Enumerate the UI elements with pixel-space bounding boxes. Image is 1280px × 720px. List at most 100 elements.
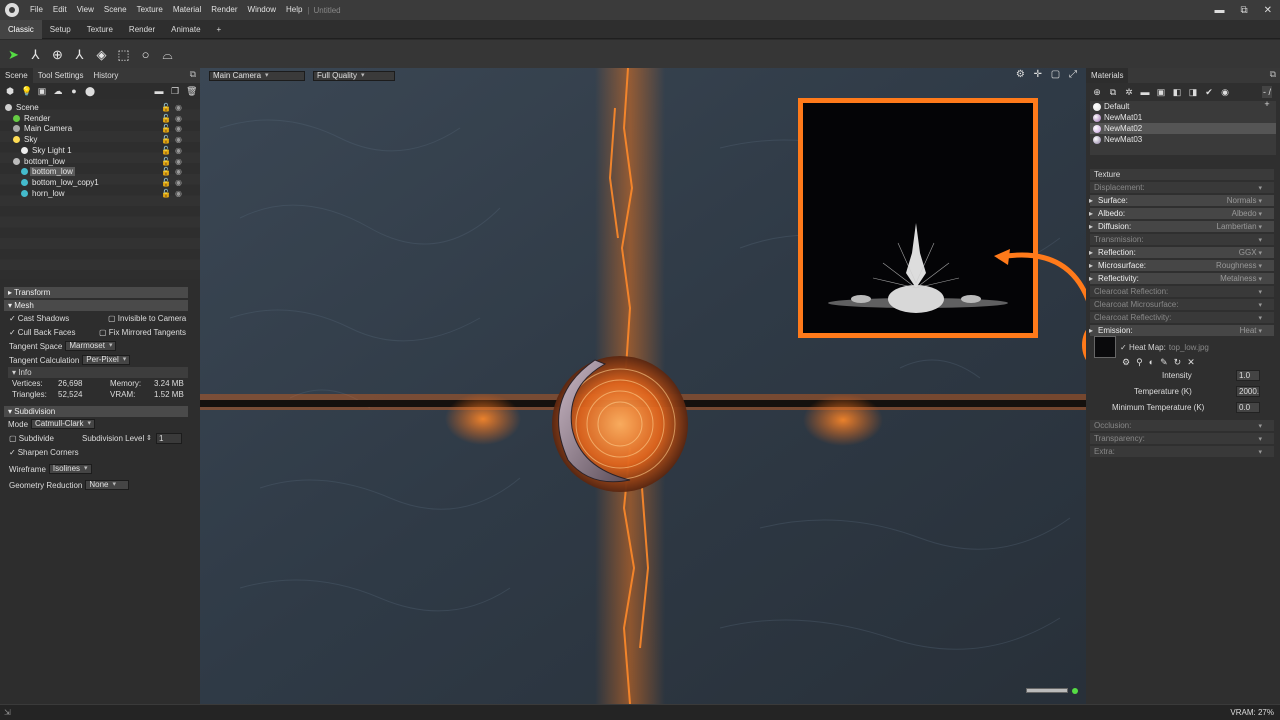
sharpen-corners-checkbox[interactable]: Sharpen Corners [9, 448, 79, 457]
material-item[interactable]: Default [1090, 101, 1276, 112]
rotate-gizmo-icon[interactable]: ⊕ [50, 47, 65, 62]
box-select-icon[interactable]: ⬚ [116, 47, 131, 62]
menu-scene[interactable]: Scene [99, 0, 132, 20]
subdivision-mode-dropdown[interactable]: Catmull-Clark [31, 419, 95, 429]
geometry-reduction-dropdown[interactable]: None [85, 480, 130, 490]
popout-icon[interactable]: ⧉ [190, 69, 196, 80]
add-object-icon[interactable]: ⬢ [5, 86, 15, 97]
invisible-to-camera-checkbox[interactable]: ▢ Invisible to Camera [108, 314, 186, 323]
outliner-row[interactable]: Sky Light 1 🔓◉ [0, 145, 190, 156]
menu-view[interactable]: View [72, 0, 99, 20]
refresh-icon[interactable]: ↻ [1174, 357, 1182, 368]
popout-icon[interactable]: ⧉ [1270, 69, 1276, 80]
outliner-row[interactable]: bottom_low 🔓◉ [0, 156, 190, 167]
lock-visibility-icon[interactable]: 🔓◉ [161, 102, 186, 113]
outliner-row[interactable]: Scene 🔓◉ [0, 102, 190, 113]
select-arrow-icon[interactable]: ➤ [6, 47, 21, 62]
minimize-button[interactable]: ▬ [1214, 5, 1224, 16]
channel-icon[interactable]: ◐ [1149, 357, 1154, 367]
material-item[interactable]: NewMat01 [1090, 112, 1276, 123]
transform-section-header[interactable]: ▸ Transform [4, 287, 188, 298]
add-tab-button[interactable]: + [209, 20, 230, 39]
subdivision-level-input[interactable]: 1 [156, 432, 182, 444]
lock-visibility-icon[interactable]: 🔓◉ [161, 134, 186, 145]
outliner-row[interactable]: Sky 🔓◉ [0, 134, 190, 145]
tangent-space-dropdown[interactable]: Marmoset [65, 341, 117, 351]
heat-map-checkbox[interactable]: ✓ Heat Map: [1120, 343, 1166, 352]
wireframe-dropdown[interactable]: Isolines [48, 464, 92, 474]
outliner-row[interactable]: Render 🔓◉ [0, 113, 190, 124]
reflectivity-row[interactable]: Reflectivity:Metalness [1089, 273, 1274, 284]
object-select-icon[interactable]: ◈ [94, 47, 109, 62]
texture-section[interactable]: Texture [1090, 169, 1274, 180]
folder-icon[interactable]: ▬ [154, 86, 164, 96]
menu-material[interactable]: Material [168, 0, 206, 20]
add-group-icon[interactable]: ⬤ [85, 86, 95, 97]
tab-render[interactable]: Render [121, 20, 163, 39]
tab-texture[interactable]: Texture [79, 20, 121, 39]
info-section-header[interactable]: ▾ Info [8, 367, 188, 378]
material-import-icon[interactable]: ◧ [1172, 87, 1182, 98]
delete-icon[interactable]: 🗑 [186, 86, 197, 97]
quality-dropdown[interactable]: Full Quality [313, 71, 395, 81]
displacement-row[interactable]: Displacement: [1090, 182, 1274, 193]
circle-select-icon[interactable]: ○ [138, 47, 153, 62]
cull-back-faces-checkbox[interactable]: Cull Back Faces [9, 328, 76, 337]
albedo-row[interactable]: Albedo:Albedo [1089, 208, 1274, 219]
viewport-controls-icon[interactable]: ⚙ ✛ ▢ ⤢ [1016, 69, 1080, 80]
microsurface-row[interactable]: Microsurface:Roughness [1089, 260, 1274, 271]
clearcoat-microsurface-row[interactable]: Clearcoat Microsurface: [1090, 299, 1274, 310]
lock-visibility-icon[interactable]: 🔓◉ [161, 188, 186, 199]
clearcoat-reflection-row[interactable]: Clearcoat Reflection: [1090, 286, 1274, 297]
tab-setup[interactable]: Setup [42, 20, 79, 39]
tab-tool-settings[interactable]: Tool Settings [33, 68, 89, 83]
material-item[interactable]: NewMat02 [1090, 123, 1276, 134]
eyedropper-icon[interactable]: ✎ [1160, 357, 1168, 368]
tab-scene[interactable]: Scene [0, 68, 33, 83]
lock-visibility-icon[interactable]: 🔓◉ [161, 113, 186, 124]
transmission-row[interactable]: Transmission: [1090, 234, 1274, 245]
add-camera-icon[interactable]: ▣ [37, 86, 47, 97]
menu-window[interactable]: Window [243, 0, 281, 20]
close-icon[interactable]: ✕ [1187, 357, 1195, 368]
intensity-input[interactable]: 1.0 [1236, 369, 1260, 381]
menu-edit[interactable]: Edit [48, 0, 72, 20]
level-stepper-icon[interactable]: ⇕ [146, 434, 152, 442]
tab-materials[interactable]: Materials [1086, 68, 1129, 83]
search-icon[interactable]: ⚲ [1136, 357, 1143, 368]
heat-map-thumbnail[interactable] [1094, 336, 1116, 358]
material-check-icon[interactable]: ✔ [1204, 87, 1214, 98]
cast-shadows-checkbox[interactable]: Cast Shadows [9, 314, 70, 323]
material-save-icon[interactable]: ▣ [1156, 87, 1166, 98]
menu-render[interactable]: Render [206, 0, 242, 20]
add-sky-icon[interactable]: ☁ [53, 86, 63, 97]
maximize-button[interactable]: ⧉ [1240, 5, 1247, 16]
material-settings-icon[interactable]: ◉ [1220, 87, 1230, 98]
surface-row[interactable]: Surface:Normals [1089, 195, 1274, 206]
add-light-icon[interactable]: 💡 [21, 86, 32, 97]
outliner-row[interactable]: bottom_low 🔓◉ [0, 166, 190, 177]
viewport[interactable]: Main Camera Full Quality ⚙ ✛ ▢ ⤢ [200, 68, 1086, 704]
lasso-select-icon[interactable]: ⌓ [160, 47, 175, 62]
transparency-row[interactable]: Transparency: [1090, 433, 1274, 444]
close-button[interactable]: ✕ [1264, 5, 1272, 16]
menu-texture[interactable]: Texture [132, 0, 168, 20]
material-folder-icon[interactable]: ▬ [1140, 87, 1150, 97]
gear-icon[interactable]: ⚙ [1122, 357, 1130, 368]
tab-history[interactable]: History [89, 68, 124, 83]
delete-material-icon[interactable]: ✲ [1124, 87, 1134, 98]
outliner-row[interactable]: horn_low 🔓◉ [0, 188, 190, 199]
new-material-icon[interactable]: ⊕ [1092, 87, 1102, 98]
move-gizmo-icon[interactable]: ⅄ [28, 47, 43, 62]
fix-mirrored-checkbox[interactable]: ▢ Fix Mirrored Tangents [99, 328, 186, 337]
mesh-section-header[interactable]: ▾ Mesh [4, 300, 188, 311]
temperature-input[interactable]: 2000. [1236, 385, 1260, 397]
camera-dropdown[interactable]: Main Camera [209, 71, 305, 81]
tab-classic[interactable]: Classic [0, 19, 42, 39]
tab-animate[interactable]: Animate [163, 20, 208, 39]
emission-row[interactable]: Emission:Heat [1089, 325, 1274, 336]
subdivide-checkbox[interactable]: ▢ Subdivide [9, 434, 54, 443]
lock-visibility-icon[interactable]: 🔓◉ [161, 156, 186, 167]
tangent-calc-dropdown[interactable]: Per-Pixel [82, 355, 131, 365]
duplicate-icon[interactable]: ❐ [170, 86, 180, 97]
